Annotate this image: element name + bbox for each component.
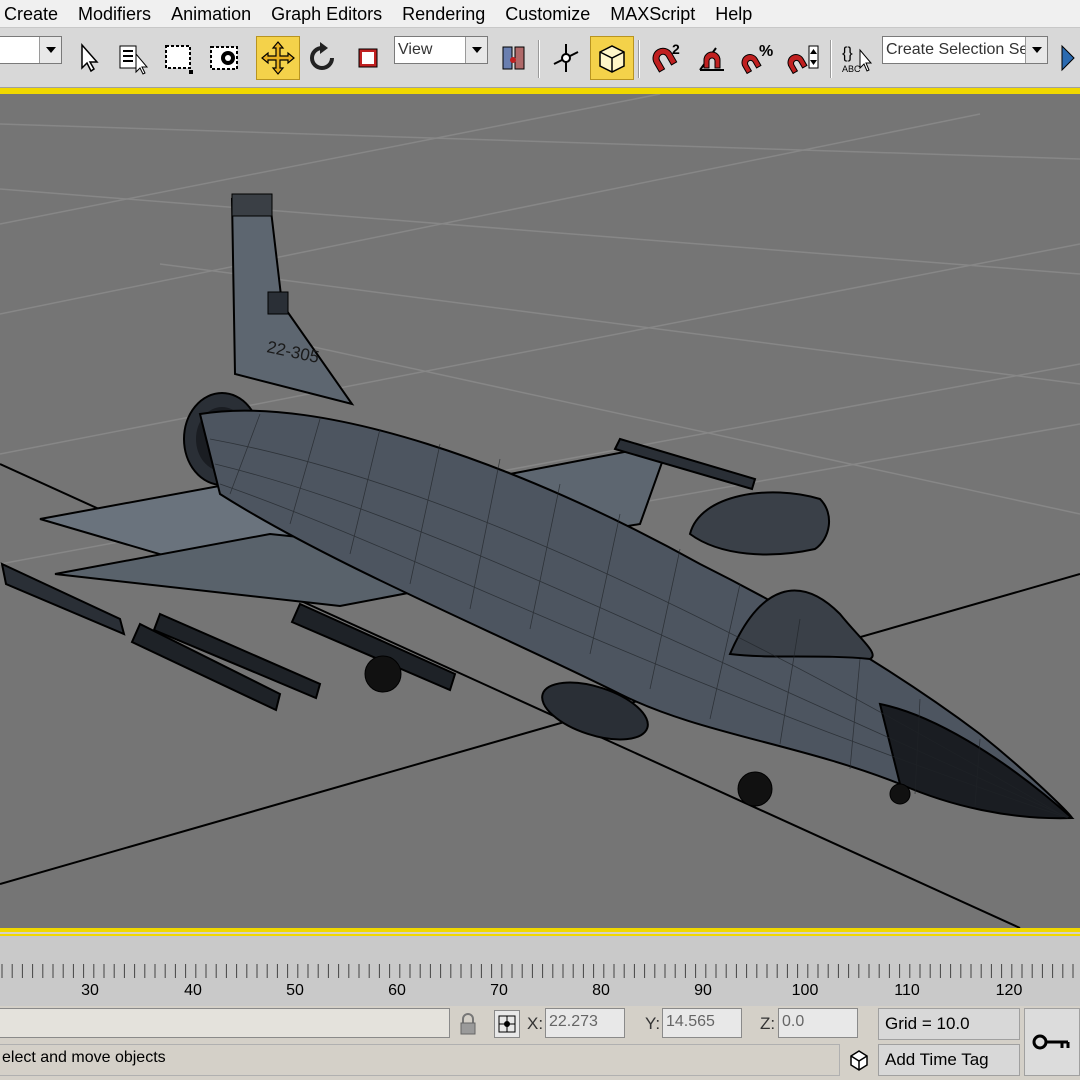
mirror-icon (1061, 44, 1075, 72)
named-selection-set-dropdown[interactable]: Create Selection Set (882, 36, 1048, 64)
angle-snap-button[interactable] (690, 36, 734, 80)
jet-model: 22-305 (0, 193, 1075, 820)
grid-spacing-display: Grid = 10.0 (878, 1008, 1020, 1040)
x-label: X: (527, 1014, 544, 1033)
tick-label: 30 (81, 982, 99, 999)
named-selection-set-value: Create Selection Set (886, 41, 1033, 58)
toolbar-separator (830, 40, 832, 78)
time-tag-icon (850, 1050, 868, 1071)
y-label: Y: (645, 1014, 661, 1033)
edit-named-selection-icon: {} ABC (842, 45, 873, 74)
reference-coordinate-dropdown[interactable]: View (394, 36, 488, 64)
chevron-down-icon (1025, 37, 1047, 63)
rectangular-selection-region-icon (165, 45, 193, 74)
add-time-tag-button[interactable]: Add Time Tag (878, 1044, 1020, 1076)
snaps-toggle-icon: 2 (652, 41, 680, 73)
tick-label: 90 (694, 982, 712, 999)
select-and-rotate-button[interactable] (300, 36, 344, 80)
keyboard-shortcut-override-icon (599, 45, 625, 73)
tick-label: 80 (592, 982, 610, 999)
toolbar-separator (538, 40, 540, 78)
x-coordinate-field[interactable]: 22.273 (545, 1008, 625, 1038)
svg-text:ABC: ABC (842, 64, 861, 74)
tick-label: 110 (894, 982, 920, 999)
percent-snap-button[interactable]: % (736, 36, 780, 80)
main-toolbar: View 2 % {} ABC Create Selection Set (0, 28, 1080, 88)
menu-graph-editors[interactable]: Graph Editors (261, 0, 392, 28)
select-and-manipulate-icon (553, 44, 579, 72)
perspective-viewport[interactable]: 22-305 (0, 94, 1080, 928)
menu-rendering[interactable]: Rendering (392, 0, 495, 28)
snaps-toggle-button[interactable]: 2 (644, 36, 688, 80)
tick-label: 120 (995, 982, 1023, 999)
svg-text:2: 2 (672, 41, 680, 57)
select-and-scale-button[interactable] (346, 36, 390, 80)
select-object-icon (81, 43, 99, 73)
use-pivot-center-icon (502, 46, 525, 70)
maxscript-listener-field[interactable] (0, 1008, 450, 1038)
select-object-button[interactable] (66, 36, 110, 80)
rectangular-selection-button[interactable] (156, 36, 200, 80)
select-and-scale-icon (358, 48, 378, 68)
lock-selection-button[interactable] (456, 1010, 480, 1038)
keyboard-shortcut-override-button[interactable] (590, 36, 634, 80)
reference-coordinate-value: View (398, 41, 433, 58)
z-label: Z: (760, 1014, 776, 1033)
prompt-line: elect and move objects (0, 1044, 840, 1076)
percent-snap-icon: % (741, 43, 773, 75)
select-and-move-button[interactable] (256, 36, 300, 80)
spinner-snap-button[interactable] (782, 36, 826, 80)
set-key-button[interactable] (1024, 1008, 1080, 1076)
edit-named-selection-button[interactable]: {} ABC (834, 36, 878, 80)
tick-label: 40 (184, 982, 202, 999)
tick-label: 50 (286, 982, 304, 999)
undo-dropdown[interactable] (0, 36, 62, 64)
select-and-manipulate-button[interactable] (544, 36, 588, 80)
select-and-rotate-icon (310, 42, 334, 70)
angle-snap-icon (699, 47, 724, 71)
time-tag-button[interactable] (844, 1044, 874, 1076)
z-coordinate-field[interactable]: 0.0 (778, 1008, 858, 1038)
prompt-text: elect and move objects (2, 1049, 166, 1066)
menu-create[interactable]: Create (0, 0, 68, 28)
svg-text:{}: {} (842, 45, 853, 62)
menu-help[interactable]: Help (705, 0, 762, 28)
spinner-snap-icon (787, 45, 819, 75)
select-by-name-icon (119, 45, 149, 75)
tick-label: 60 (388, 982, 406, 999)
tick-label: 70 (490, 982, 508, 999)
key-icon (1032, 1034, 1070, 1050)
window-crossing-button[interactable] (202, 36, 246, 80)
status-bar: X: 22.273 Y: 14.565 Z: 0.0 Grid = 10.0 e… (0, 1006, 1080, 1080)
y-coordinate-field[interactable]: 14.565 (662, 1008, 742, 1038)
menu-maxscript[interactable]: MAXScript (600, 0, 705, 28)
menu-modifiers[interactable]: Modifiers (68, 0, 161, 28)
lock-selection-icon (460, 1013, 476, 1035)
absolute-mode-button[interactable] (494, 1010, 520, 1038)
menu-bar: Create Modifiers Animation Graph Editors… (0, 0, 1080, 28)
chevron-down-icon (39, 37, 61, 63)
timeline-ruler (1, 964, 1074, 978)
tick-label: 100 (791, 982, 819, 999)
svg-text:%: % (759, 43, 773, 60)
viewport-scene: 22-305 (0, 94, 1080, 928)
chevron-down-icon (465, 37, 487, 63)
mirror-button[interactable] (1056, 36, 1080, 80)
window-crossing-icon (210, 46, 238, 70)
timeline[interactable]: 30 40 50 60 70 80 90 100 110 120 (0, 934, 1080, 1006)
select-and-move-icon (261, 41, 295, 75)
menu-animation[interactable]: Animation (161, 0, 261, 28)
absolute-mode-icon (498, 1015, 516, 1033)
toolbar-separator (638, 40, 640, 78)
menu-customize[interactable]: Customize (495, 0, 600, 28)
use-pivot-center-button[interactable] (492, 36, 536, 80)
select-by-name-button[interactable] (110, 36, 154, 80)
